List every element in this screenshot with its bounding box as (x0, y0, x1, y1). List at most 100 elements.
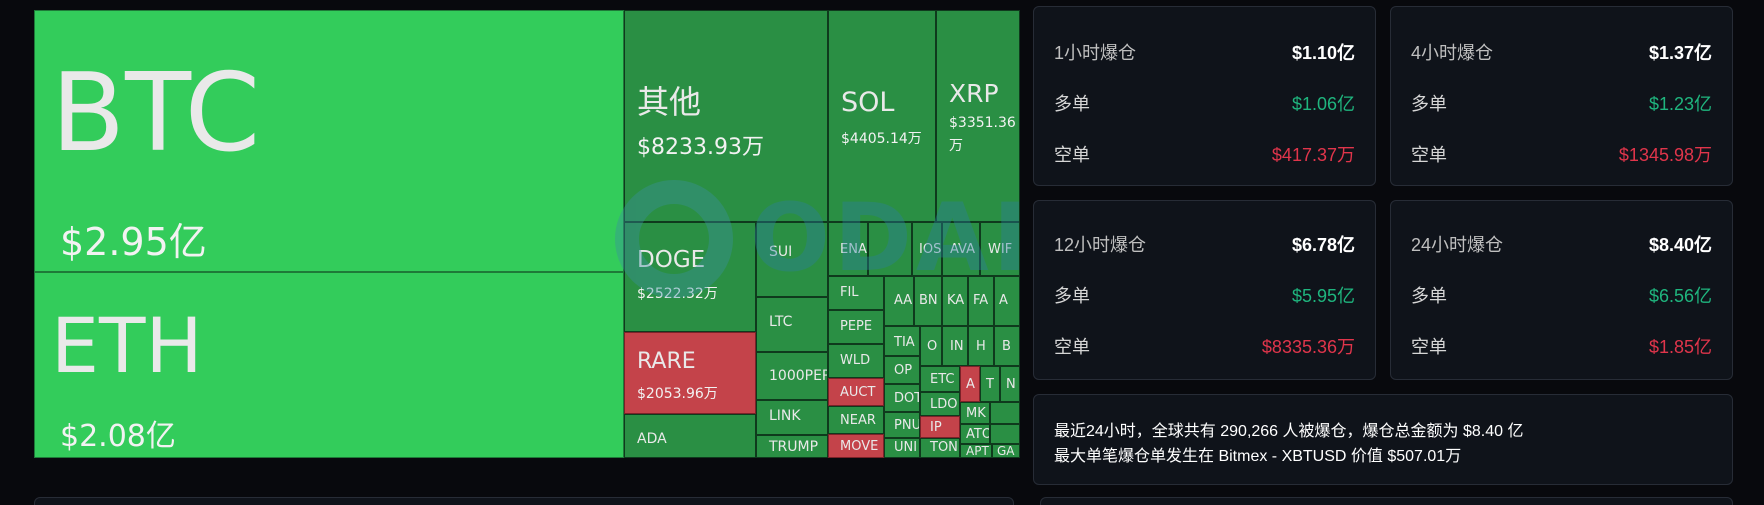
tile-in[interactable]: IN (942, 326, 968, 366)
tile-doge-name: DOGE (637, 247, 706, 273)
summary-line-1: 最近24小时，全球共有 290,266 人被爆仓，爆仓总金额为 $8.40 亿 (1054, 423, 1524, 440)
tile-b-name: B (1002, 339, 1011, 354)
tile-dot-name: DOT (894, 391, 920, 406)
tile-1000pepe-name: 1000PEPE (769, 368, 827, 384)
tile-op-name: OP (894, 363, 913, 378)
tile-sol[interactable]: SOL $4405.14万 (828, 10, 936, 222)
tile-h[interactable]: H (968, 326, 994, 366)
card-24h-total: $8.40亿 (1648, 235, 1712, 255)
tile-ldo[interactable]: LDO (920, 392, 960, 416)
tile-ip[interactable]: IP (920, 416, 960, 438)
tile-wld-name: WLD (840, 353, 871, 368)
tile-pnu[interactable]: PNU (884, 412, 920, 438)
tile-ios[interactable]: IOS (912, 222, 942, 276)
tile-1000pepe[interactable]: 1000PEPE (756, 352, 828, 400)
tile-rare-value: $2053.96万 (637, 386, 718, 402)
tile-aa-name: AA (894, 293, 913, 308)
tile-wld[interactable]: WLD (828, 344, 884, 378)
tile-move-name: MOVE (840, 439, 879, 454)
tile-eth-value: $2.08亿 (60, 419, 176, 454)
tile-fa[interactable]: FA (968, 276, 994, 326)
tile-xrp[interactable]: XRP $3351.36 万 (936, 10, 1020, 222)
tile-fil[interactable]: FIL (828, 276, 884, 310)
tile-a2[interactable]: A (960, 366, 980, 402)
tile-move[interactable]: MOVE (828, 434, 884, 458)
tile-rare-name: RARE (637, 349, 696, 374)
tile-ga[interactable]: GA (992, 444, 1020, 458)
tile-ena[interactable]: ENA (828, 222, 868, 276)
tile-btc-value: $2.95亿 (60, 220, 207, 264)
card-1h-total: $1.10亿 (1291, 43, 1355, 63)
tile-ltc[interactable]: LTC (756, 297, 828, 352)
card-4h-short-value: $1345.98万 (1618, 145, 1712, 165)
card-4h: 4小时爆仓 $1.37亿 多单 $1.23亿 空单 $1345.98万 (1390, 6, 1733, 186)
tile-t-name: T (986, 377, 994, 392)
tile-o1[interactable]: O (920, 326, 942, 366)
tile-btc-name: BTC (51, 51, 261, 176)
tile-link[interactable]: LINK (756, 400, 828, 435)
tile-pepe[interactable]: PEPE (828, 310, 884, 344)
tile-h-name: H (976, 339, 986, 354)
tile-btc[interactable]: BTC $2.95亿 (34, 10, 624, 272)
tile-near[interactable]: NEAR (828, 406, 884, 434)
tile-ton[interactable]: TON (920, 438, 960, 458)
tile-near-name: NEAR (840, 413, 876, 428)
tile-bn[interactable]: BN (914, 276, 942, 326)
tile-ato[interactable]: ATO (960, 424, 990, 444)
tile-eth[interactable]: ETH $2.08亿 (34, 272, 624, 458)
tile-tia[interactable]: TIA (884, 326, 920, 356)
card-4h-long-value: $1.23亿 (1648, 94, 1712, 114)
tile-in-name: IN (950, 339, 964, 354)
tile-doge[interactable]: DOGE $2522.32万 (624, 222, 756, 332)
tile-wif[interactable]: WIF (980, 222, 1020, 276)
tile-trump[interactable]: TRUMP (756, 435, 828, 458)
card-12h: 12小时爆仓 $6.78亿 多单 $5.95亿 空单 $8335.36万 (1033, 200, 1376, 380)
tile-ios-name: IOS (919, 242, 942, 257)
tile-etc[interactable]: ETC (920, 366, 960, 392)
tile-ip-name: IP (930, 420, 942, 435)
summary-card: 最近24小时，全球共有 290,266 人被爆仓，爆仓总金额为 $8.40 亿 … (1033, 394, 1733, 485)
tile-xrp-value-line1: $3351.36 (949, 115, 1016, 131)
tile-t[interactable]: T (980, 366, 1000, 402)
tile-ka[interactable]: KA (942, 276, 968, 326)
tile-sol-value: $4405.14万 (841, 131, 922, 147)
tile-op[interactable]: OP (884, 356, 920, 384)
card-1h-short-value: $417.37万 (1271, 145, 1355, 165)
tile-ena-name: ENA (840, 242, 867, 257)
card-1h-long-label: 多单 (1054, 94, 1090, 114)
tile-fa-name: FA (973, 293, 989, 308)
card-24h-long-label: 多单 (1411, 286, 1447, 306)
tile-mk-name: MK (966, 406, 986, 421)
card-4h-title: 4小时爆仓 (1411, 43, 1494, 63)
tile-trump-name: TRUMP (769, 439, 819, 455)
tile-xrp-value-line2: 万 (949, 138, 963, 154)
tile-ava[interactable]: AVA (942, 222, 980, 276)
tile-wif-name: WIF (988, 242, 1013, 257)
tile-uni[interactable]: UNI (884, 438, 920, 458)
tile-b[interactable]: B (994, 326, 1020, 366)
tile-misc-2[interactable] (990, 424, 1020, 444)
tile-dot[interactable]: DOT (884, 384, 920, 412)
tile-pnu-name: PNU (894, 418, 920, 433)
card-12h-total: $6.78亿 (1291, 235, 1355, 255)
tile-auct-name: AUCT (840, 385, 876, 400)
tile-ond[interactable] (868, 222, 912, 276)
card-12h-short-label: 空单 (1054, 337, 1090, 357)
tile-aa[interactable]: AA (884, 276, 914, 326)
tile-auct[interactable]: AUCT (828, 378, 884, 406)
tile-sui[interactable]: SUI (756, 222, 828, 297)
tile-mk[interactable]: MK (960, 402, 990, 424)
tile-ada[interactable]: ADA (624, 414, 756, 458)
tile-a1[interactable]: A (994, 276, 1020, 326)
tile-rare[interactable]: RARE $2053.96万 (624, 332, 756, 414)
card-1h-title: 1小时爆仓 (1054, 43, 1137, 63)
tile-apt[interactable]: APT (960, 444, 992, 458)
tile-bn-name: BN (919, 293, 938, 308)
card-24h: 24小时爆仓 $8.40亿 多单 $6.56亿 空单 $1.85亿 (1390, 200, 1733, 380)
tile-apt-name: APT (966, 444, 989, 458)
tile-a2-name: A (966, 377, 975, 392)
tile-other[interactable]: 其他 $8233.93万 (624, 10, 828, 222)
bottom-panel-left (34, 497, 1014, 505)
tile-n[interactable]: N (1000, 366, 1020, 402)
tile-misc-1[interactable] (990, 402, 1020, 424)
